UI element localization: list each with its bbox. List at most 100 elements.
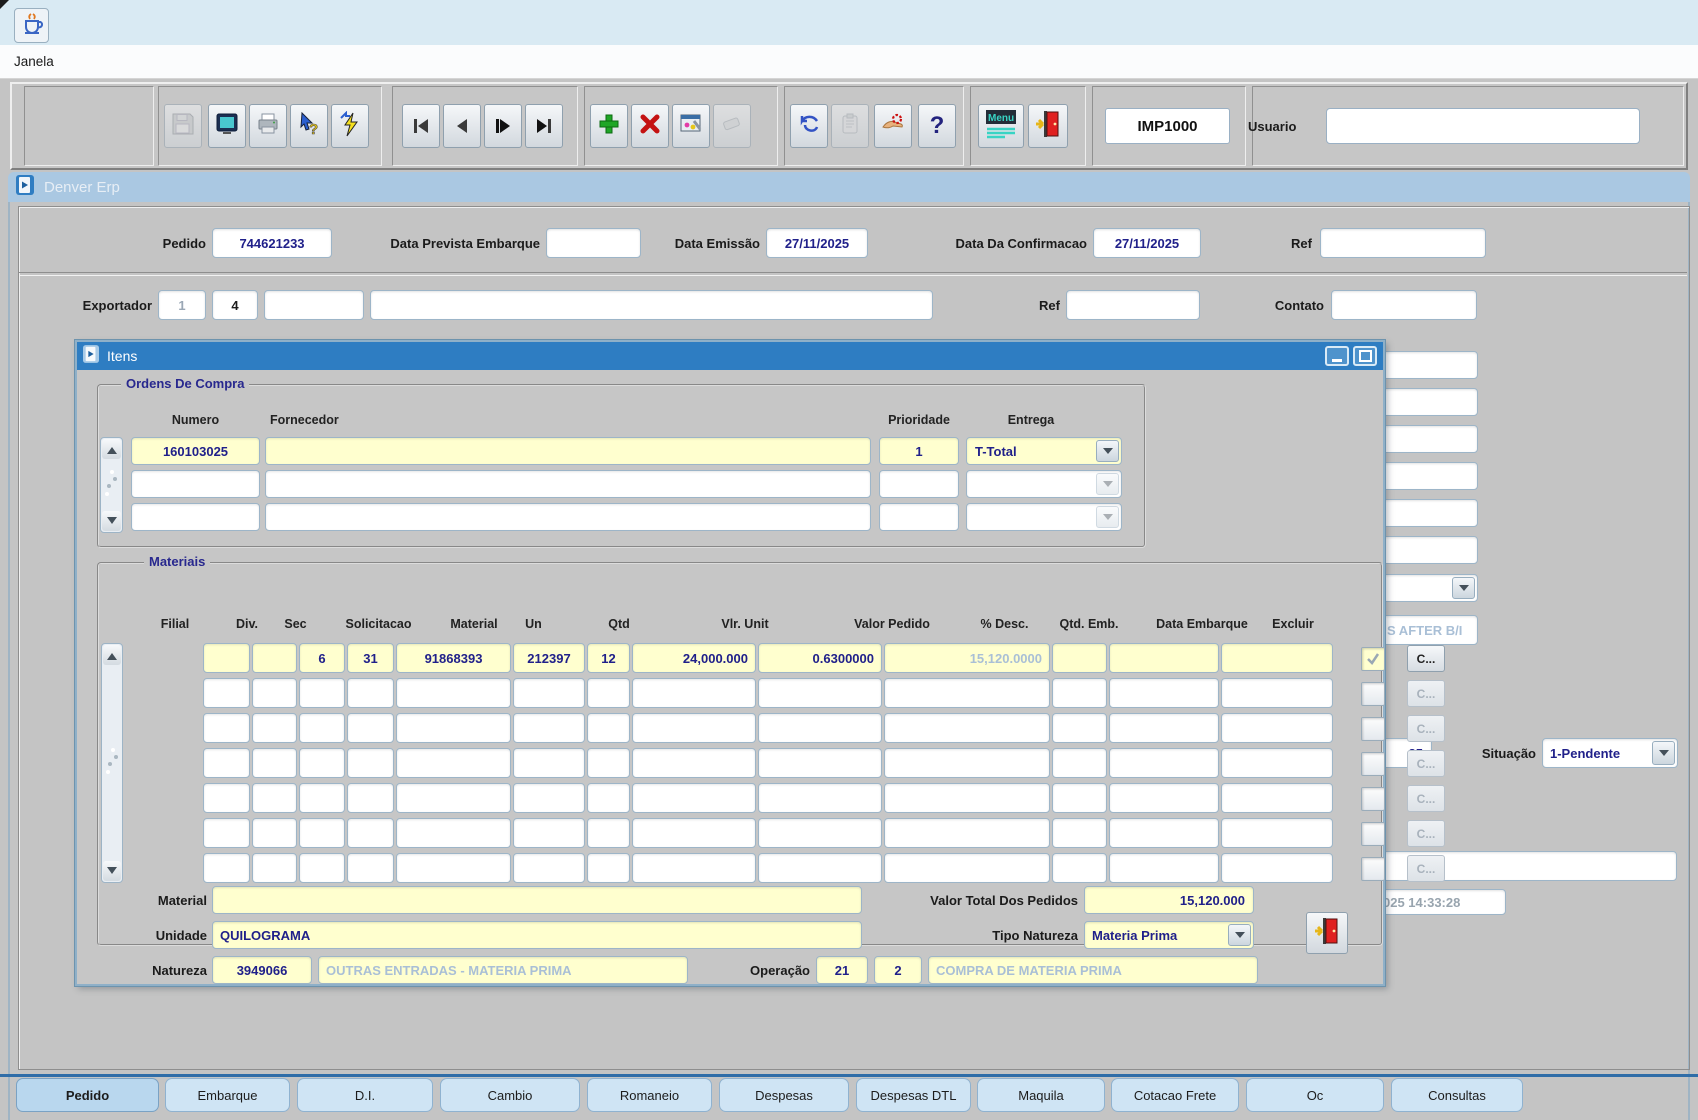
- qtd-emb-cell[interactable]: [1109, 713, 1219, 743]
- desc-cell[interactable]: [1052, 713, 1107, 743]
- tab-embarque[interactable]: Embarque: [165, 1078, 290, 1112]
- erase-button[interactable]: [713, 104, 751, 148]
- exit-button[interactable]: [1028, 104, 1068, 148]
- tab-maquila[interactable]: Maquila: [977, 1078, 1105, 1112]
- filial-b-cell[interactable]: [252, 783, 297, 813]
- tab-consultas[interactable]: Consultas: [1391, 1078, 1523, 1112]
- ordens-scrollbar[interactable]: [100, 437, 123, 533]
- filial-a-cell[interactable]: [203, 783, 250, 813]
- material-cell[interactable]: [513, 783, 585, 813]
- exportador-field-b[interactable]: 4: [212, 290, 258, 320]
- excluir-checkbox[interactable]: [1361, 857, 1385, 881]
- table-row[interactable]: [77, 818, 1383, 848]
- tab-despesas[interactable]: Despesas: [719, 1078, 849, 1112]
- entrega-dropdown[interactable]: [966, 503, 1122, 531]
- pedido-field[interactable]: 744621233: [212, 228, 332, 258]
- solicitacao-cell[interactable]: [396, 748, 511, 778]
- qtd-cell[interactable]: [632, 713, 756, 743]
- qtd-emb-cell[interactable]: [1109, 748, 1219, 778]
- last-record-button[interactable]: [525, 104, 563, 148]
- usuario-input[interactable]: [1326, 108, 1640, 144]
- fornecedor-cell[interactable]: [265, 470, 871, 498]
- material-cell[interactable]: [513, 678, 585, 708]
- operacao-field-b[interactable]: 2: [874, 956, 922, 984]
- filial-b-cell[interactable]: [252, 748, 297, 778]
- situacao-dropdown[interactable]: 1-Pendente: [1542, 738, 1678, 768]
- material-cell[interactable]: [513, 713, 585, 743]
- un-cell[interactable]: [587, 678, 630, 708]
- desc-cell[interactable]: [1052, 678, 1107, 708]
- entrega-dropdown[interactable]: T-Total: [966, 437, 1122, 465]
- div-cell[interactable]: [299, 783, 345, 813]
- chevron-down-icon[interactable]: [1452, 577, 1475, 599]
- un-cell[interactable]: [587, 853, 630, 883]
- data-embarque-cell[interactable]: [1221, 853, 1333, 883]
- chevron-down-icon[interactable]: [1228, 924, 1251, 946]
- solicitacao-cell[interactable]: [396, 853, 511, 883]
- qtd-cell[interactable]: [632, 783, 756, 813]
- filial-b-cell[interactable]: [252, 853, 297, 883]
- excluir-checkbox[interactable]: [1361, 752, 1385, 776]
- qtd-cell[interactable]: [632, 853, 756, 883]
- natureza-cod-field[interactable]: 3949066: [212, 956, 312, 984]
- denver-window-titlebar[interactable]: Denver Erp: [8, 172, 1690, 202]
- qtd-emb-cell[interactable]: [1109, 783, 1219, 813]
- data-embarque-cell[interactable]: [1221, 713, 1333, 743]
- data-da-confirmacao-field[interactable]: 27/11/2025: [1093, 228, 1201, 258]
- excluir-checkbox[interactable]: [1361, 787, 1385, 811]
- add-record-button[interactable]: [590, 104, 628, 148]
- table-row[interactable]: 6 31 91868393 212397 12 24,000.000 0.630…: [77, 643, 1383, 673]
- data-embarque-cell[interactable]: [1221, 783, 1333, 813]
- tab-di[interactable]: D.I.: [297, 1078, 433, 1112]
- qtd-emb-cell[interactable]: [1109, 678, 1219, 708]
- sec-cell[interactable]: [347, 783, 394, 813]
- un-cell[interactable]: [587, 748, 630, 778]
- filial-b-cell[interactable]: [252, 643, 297, 673]
- delete-record-button[interactable]: [631, 104, 669, 148]
- screen-button[interactable]: [208, 104, 246, 148]
- vlr-unit-cell[interactable]: [758, 783, 882, 813]
- material-cell[interactable]: [513, 748, 585, 778]
- desc-cell[interactable]: [1052, 853, 1107, 883]
- sec-cell[interactable]: [347, 713, 394, 743]
- previous-record-button[interactable]: [443, 104, 481, 148]
- entrega-dropdown[interactable]: [966, 470, 1122, 498]
- solicitacao-cell[interactable]: [396, 818, 511, 848]
- prioridade-cell[interactable]: [879, 503, 959, 531]
- menu-button[interactable]: Menu: [978, 104, 1024, 148]
- exportador-field-a[interactable]: 1: [158, 290, 206, 320]
- next-record-button[interactable]: [484, 104, 522, 148]
- tab-romaneio[interactable]: Romaneio: [587, 1078, 712, 1112]
- tab-despesas-dtl[interactable]: Despesas DTL: [856, 1078, 971, 1112]
- excluir-checkbox[interactable]: [1361, 717, 1385, 741]
- java-app-button[interactable]: [14, 8, 49, 43]
- undo-button[interactable]: [790, 104, 828, 148]
- filial-b-cell[interactable]: [252, 713, 297, 743]
- div-cell[interactable]: [299, 678, 345, 708]
- tab-cambio[interactable]: Cambio: [440, 1078, 580, 1112]
- contato-field[interactable]: [1331, 290, 1477, 320]
- scroll-down-icon[interactable]: [102, 511, 121, 531]
- table-row[interactable]: [77, 678, 1383, 708]
- c-button[interactable]: C...: [1407, 645, 1445, 672]
- vlr-unit-cell[interactable]: [758, 818, 882, 848]
- filial-a-cell[interactable]: [203, 678, 250, 708]
- solicitacao-cell[interactable]: 91868393: [396, 643, 511, 673]
- filial-a-cell[interactable]: [203, 748, 250, 778]
- excluir-checkbox[interactable]: [1361, 682, 1385, 706]
- maximize-button[interactable]: [1353, 346, 1377, 366]
- solicitacao-cell[interactable]: [396, 783, 511, 813]
- desc-cell[interactable]: [1052, 783, 1107, 813]
- query-button[interactable]: [672, 104, 710, 148]
- div-cell[interactable]: [299, 853, 345, 883]
- filial-a-cell[interactable]: [203, 818, 250, 848]
- data-embarque-cell[interactable]: [1221, 678, 1333, 708]
- excluir-checkbox[interactable]: [1361, 647, 1385, 671]
- un-cell[interactable]: [587, 783, 630, 813]
- qtd-emb-cell[interactable]: [1109, 818, 1219, 848]
- minimize-button[interactable]: [1325, 346, 1349, 366]
- desc-cell[interactable]: [1052, 643, 1107, 673]
- paste-button[interactable]: [831, 104, 869, 148]
- table-row[interactable]: [77, 713, 1383, 743]
- numero-cell[interactable]: 160103025: [131, 437, 260, 465]
